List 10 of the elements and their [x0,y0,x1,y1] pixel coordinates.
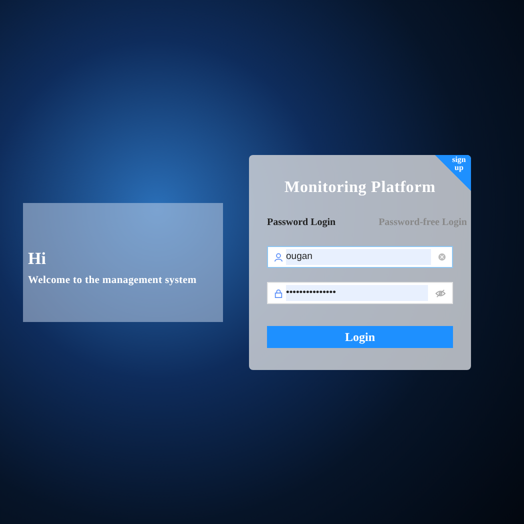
welcome-subtitle: Welcome to the management system [28,275,198,286]
username-field[interactable]: ougan [267,246,453,268]
lock-icon [274,288,283,298]
welcome-title: Hi [28,249,47,269]
clear-icon[interactable] [438,253,446,261]
eye-slash-icon[interactable] [435,288,446,298]
platform-title: Monitoring Platform [283,179,437,197]
password-field[interactable]: ••••••••••••••• [267,282,453,304]
login-tab[interactable]: Password Login [267,217,336,228]
user-icon [274,252,283,262]
